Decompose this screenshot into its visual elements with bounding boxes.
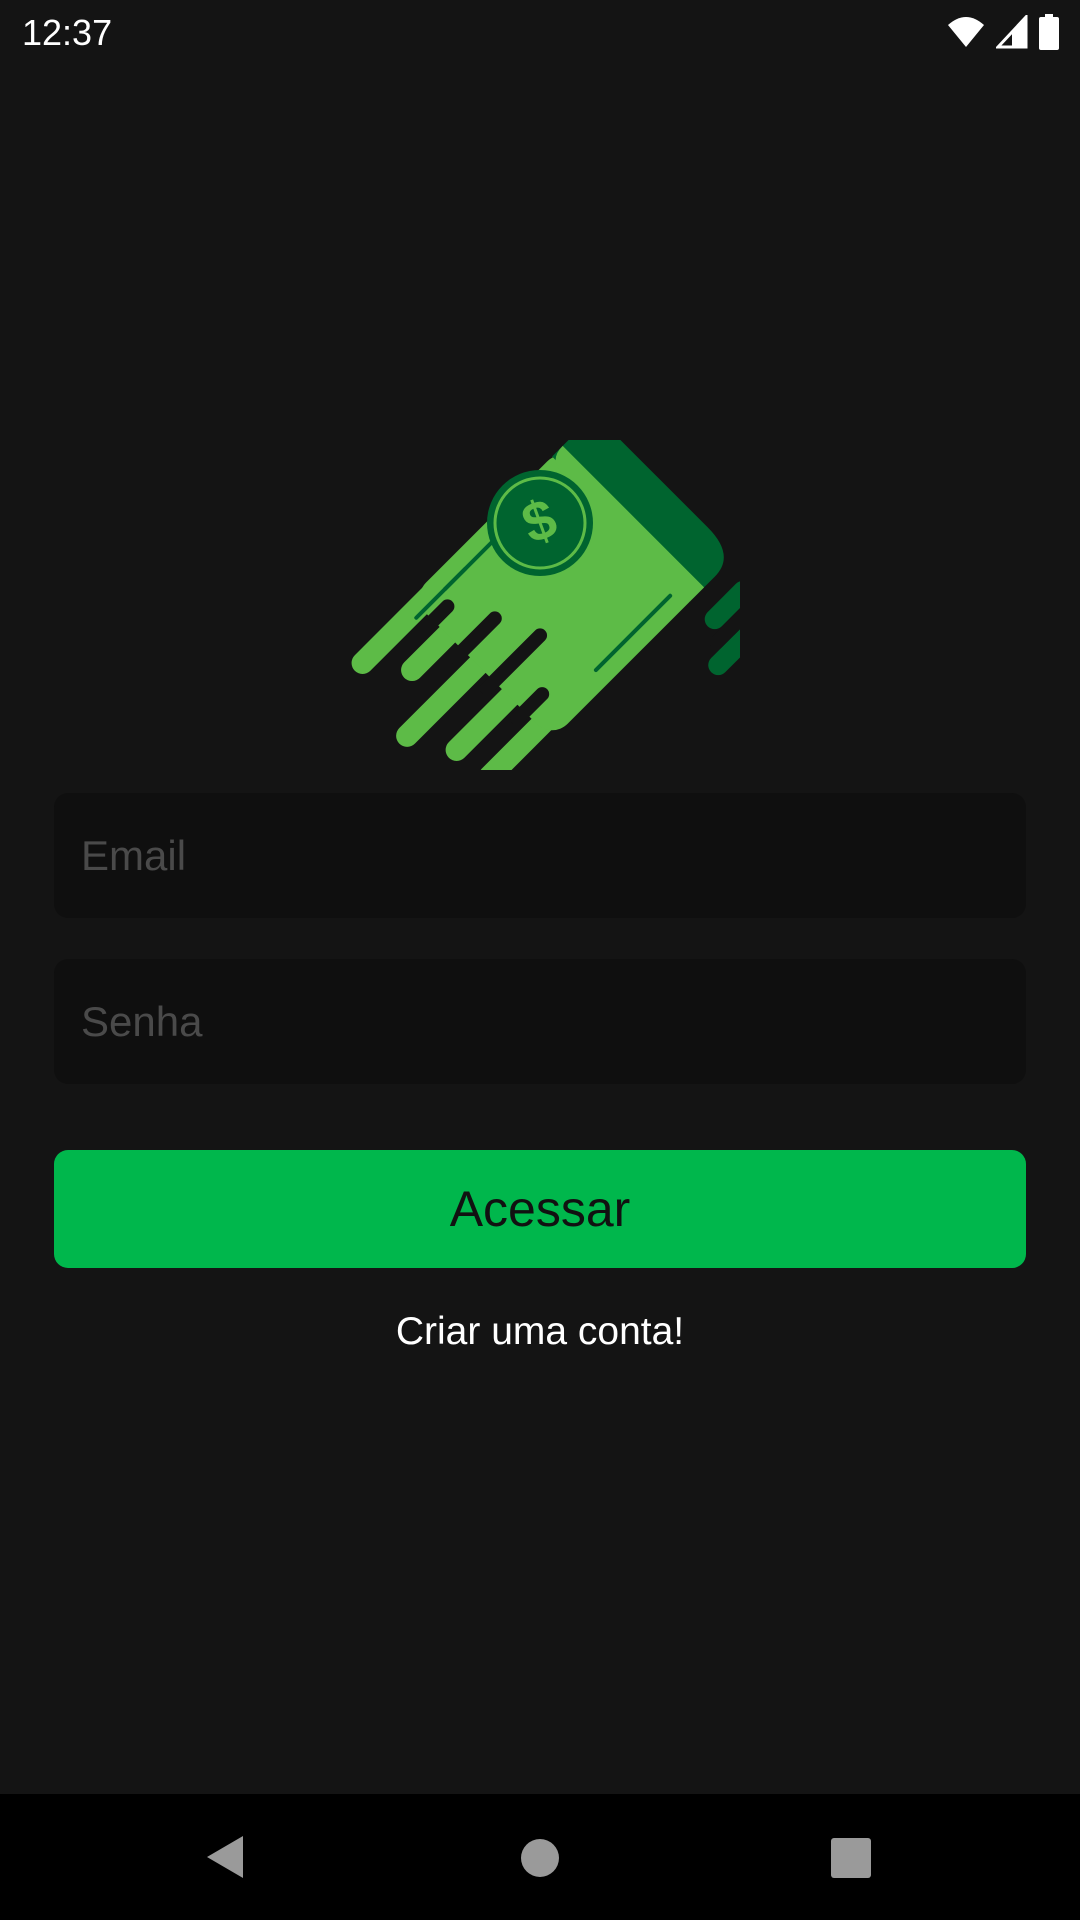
email-input[interactable]: Email (54, 793, 1026, 918)
status-time: 12:37 (22, 12, 113, 53)
home-icon[interactable] (520, 1838, 560, 1878)
navigation-bar (0, 1794, 1080, 1920)
password-placeholder: Senha (81, 997, 203, 1045)
coin: $ (487, 470, 593, 576)
back-icon[interactable] (205, 1834, 245, 1880)
signal-icon (996, 15, 1028, 49)
wifi-icon (948, 17, 984, 47)
status-bar: 12:37 (0, 0, 1080, 64)
submit-button[interactable]: Acessar (54, 1150, 1026, 1268)
email-placeholder: Email (81, 831, 187, 879)
password-input[interactable]: Senha (54, 959, 1026, 1084)
flying-money-icon: $ (351, 440, 740, 770)
create-account-link[interactable]: Criar uma conta! (0, 1310, 1080, 1354)
recents-icon[interactable] (831, 1838, 871, 1878)
battery-icon (1039, 14, 1059, 50)
submit-label: Acessar (449, 1181, 631, 1237)
